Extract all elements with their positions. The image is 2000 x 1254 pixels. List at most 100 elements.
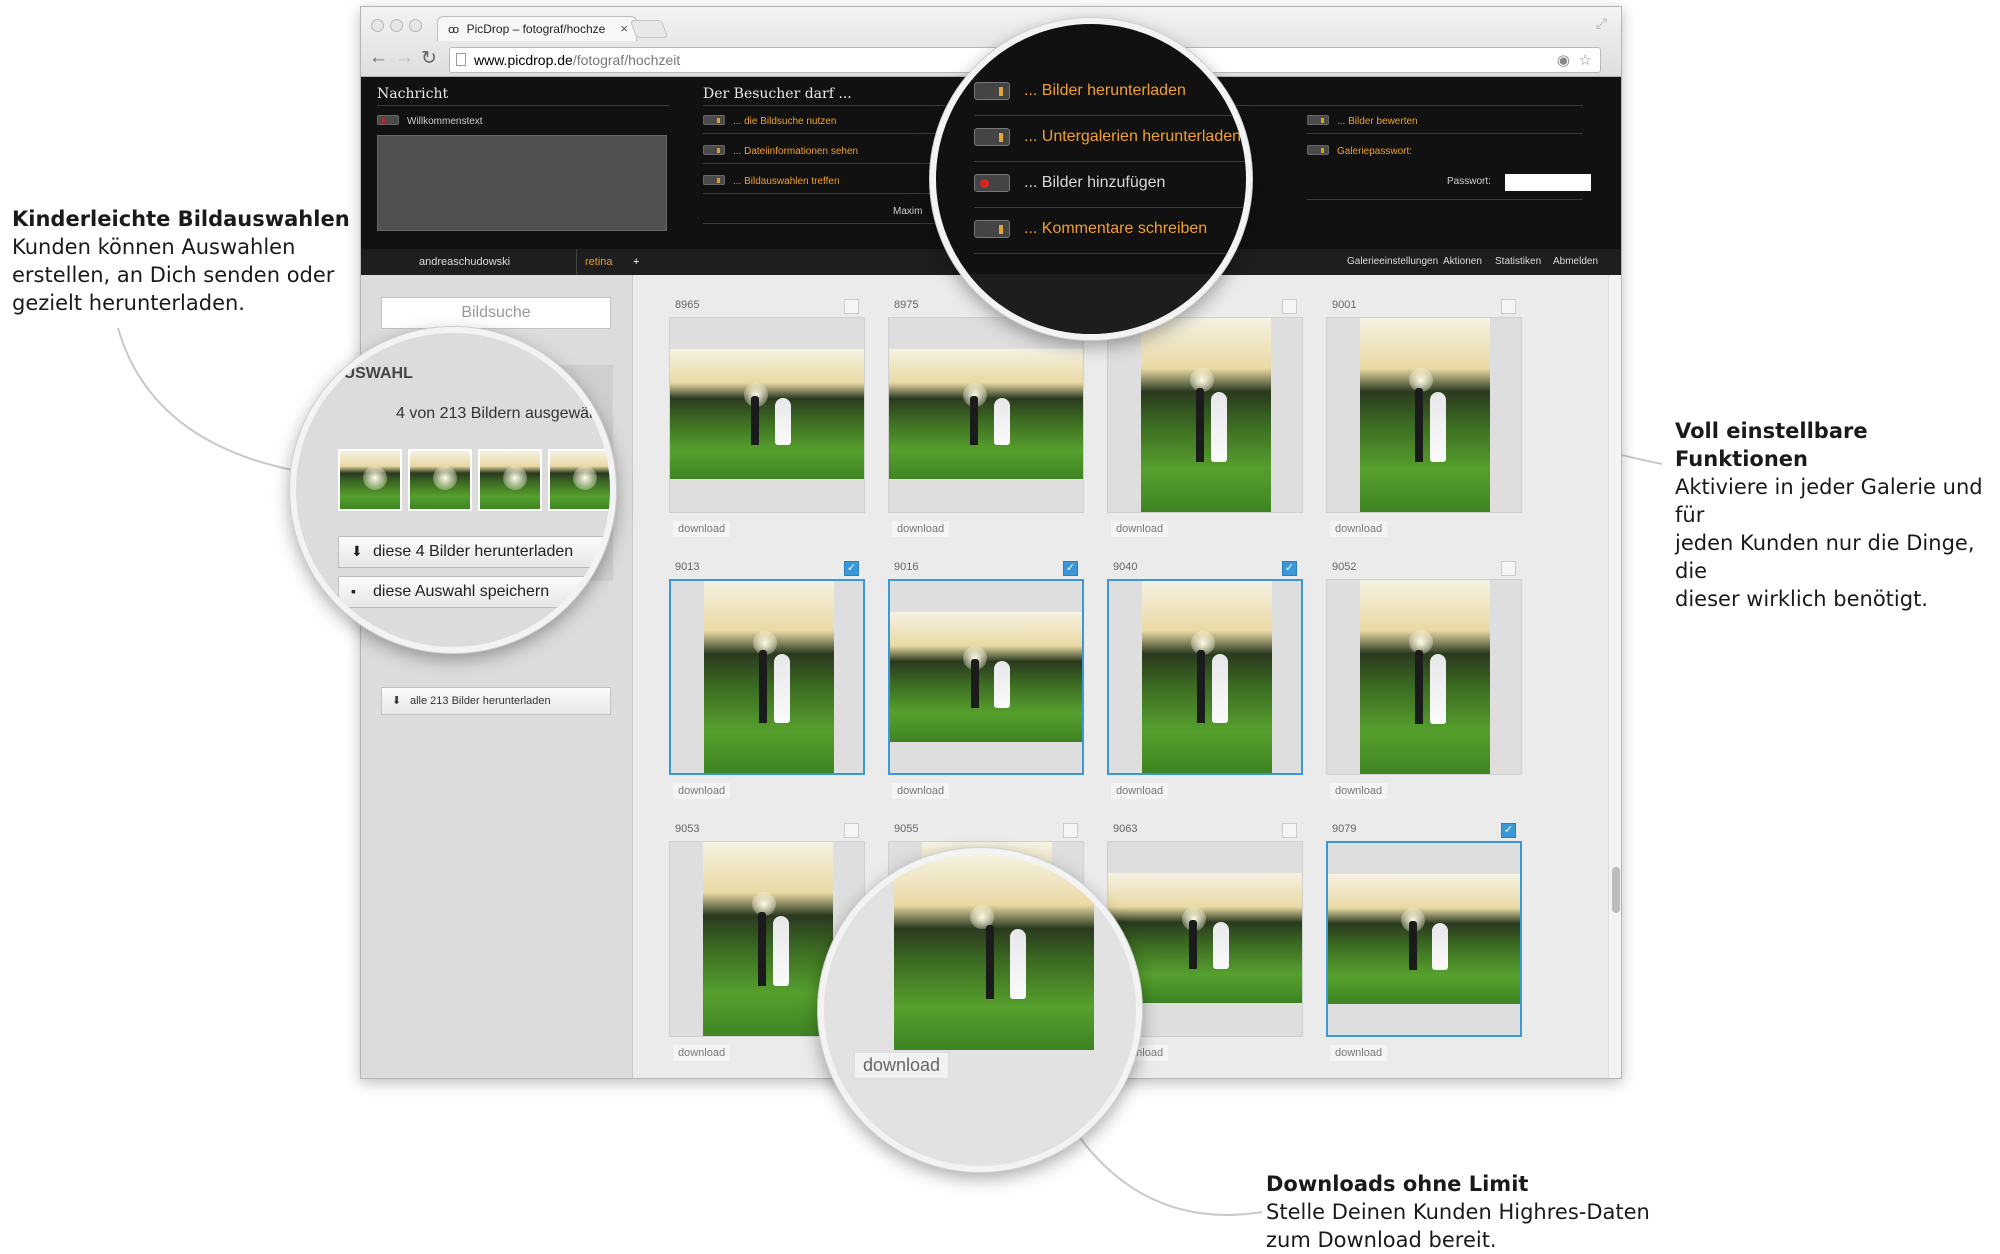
tab-title: PicDrop – fotograf/hochze — [466, 22, 606, 36]
divider — [703, 193, 943, 194]
download-link[interactable]: download — [673, 1045, 731, 1061]
download-selection-label: diese 4 Bilder herunterladen — [373, 543, 574, 560]
menu-logout[interactable]: Abmelden — [1553, 256, 1598, 267]
photo-card[interactable]: 8965 download — [669, 297, 865, 537]
download-link[interactable]: download — [1111, 521, 1169, 537]
photo-select-checkbox[interactable] — [1501, 561, 1516, 576]
annotation-line: erstellen, an Dich senden oder — [12, 263, 335, 287]
photo-select-checkbox[interactable]: ✓ — [844, 561, 859, 576]
photo-frame[interactable] — [1107, 317, 1303, 513]
toggle-rate-images[interactable] — [1307, 115, 1329, 125]
selection-thumbnail[interactable] — [408, 449, 472, 511]
close-tab-icon[interactable]: × — [620, 21, 628, 36]
download-link[interactable]: download — [892, 783, 950, 799]
password-input[interactable] — [1505, 174, 1591, 191]
window-minimize-button[interactable] — [390, 19, 403, 32]
bookmark-star-icon[interactable]: ☆ — [1579, 51, 1592, 69]
photo-card[interactable]: 9001 download — [1326, 297, 1522, 537]
photo-select-checkbox[interactable] — [1063, 823, 1078, 838]
photo-select-checkbox[interactable]: ✓ — [1063, 561, 1078, 576]
photo-select-checkbox[interactable]: ✓ — [1282, 561, 1297, 576]
toggle-download-subgalleries[interactable] — [974, 128, 1010, 146]
image-search-input[interactable]: Bildsuche — [381, 297, 611, 329]
page-icon — [456, 53, 466, 66]
photo-frame[interactable] — [1326, 579, 1522, 775]
photo-select-checkbox[interactable] — [1282, 823, 1297, 838]
window-close-button[interactable] — [371, 19, 384, 32]
photo-frame[interactable] — [1326, 317, 1522, 513]
menu-statistics[interactable]: Statistiken — [1495, 256, 1541, 267]
toggle-image-selection[interactable] — [703, 175, 725, 185]
download-link[interactable]: download — [1330, 783, 1388, 799]
photo-select-checkbox[interactable]: ✓ — [1501, 823, 1516, 838]
add-gallery-button[interactable]: + — [633, 256, 639, 268]
download-link[interactable]: download — [854, 1052, 950, 1079]
photo-frame[interactable] — [669, 579, 865, 775]
lens-footer — [936, 274, 1246, 334]
selection-thumbnail[interactable] — [548, 449, 610, 511]
annotation-heading: Voll einstellbare Funktionen — [1675, 419, 1868, 471]
groom-figure — [986, 924, 994, 1000]
gallery-tab-retina[interactable]: retina — [585, 256, 613, 268]
download-selection-button[interactable]: ⬇ diese 4 Bilder herunterladen — [338, 536, 604, 568]
photo-card[interactable]: 9079 ✓ download — [1326, 821, 1522, 1061]
welcome-text-toggle[interactable] — [377, 115, 399, 125]
url-host: www.picdrop.de — [474, 52, 573, 68]
scrollbar-thumb[interactable] — [1612, 867, 1620, 913]
download-link[interactable]: download — [1330, 1045, 1388, 1061]
photo-select-checkbox[interactable] — [844, 823, 859, 838]
photo-frame[interactable] — [888, 317, 1084, 513]
new-tab-button[interactable] — [629, 20, 669, 38]
browser-tab[interactable]: ꝏ PicDrop – fotograf/hochze × — [437, 16, 637, 41]
groom-figure — [1196, 650, 1205, 724]
download-icon: ⬇ — [351, 543, 363, 559]
toggle-gallery-password[interactable] — [1307, 145, 1329, 155]
photo-select-checkbox[interactable] — [1501, 299, 1516, 314]
toggle-download-images[interactable] — [974, 82, 1010, 100]
photo-frame[interactable] — [1326, 841, 1522, 1037]
selection-thumbnail[interactable] — [338, 449, 402, 511]
extension-icon[interactable]: ◉ — [1557, 51, 1570, 69]
photo-card[interactable]: 9040 ✓ download — [1107, 559, 1303, 799]
photo-number: 9001 — [1332, 299, 1357, 311]
menu-actions[interactable]: Aktionen — [1443, 256, 1482, 267]
toggle-write-comments[interactable] — [974, 220, 1010, 238]
menu-gallery-settings[interactable]: Galerieeinstellungen — [1347, 256, 1438, 267]
back-arrow-icon[interactable]: ← — [369, 47, 388, 69]
groom-figure — [1414, 387, 1423, 462]
download-link[interactable]: download — [1111, 783, 1169, 799]
magnifier-selection: AUSWAHL × 4 von 213 Bildern ausgewäh ⬇ d… — [290, 327, 616, 653]
photo-select-checkbox[interactable] — [1282, 299, 1297, 314]
annotation-heading: Kinderleichte Bildauswahlen — [12, 207, 350, 231]
download-all-button[interactable]: ⬇ alle 213 Bilder herunterladen — [381, 687, 611, 715]
scrollbar[interactable] — [1608, 275, 1621, 1078]
photo-select-checkbox[interactable] — [844, 299, 859, 314]
download-link[interactable]: download — [1330, 521, 1388, 537]
photo-number: 9013 — [675, 561, 700, 573]
photo-frame[interactable] — [888, 579, 1084, 775]
toggle-file-info[interactable] — [703, 145, 725, 155]
reload-icon[interactable]: ↻ — [421, 47, 437, 70]
toggle-image-search[interactable] — [703, 115, 725, 125]
toggle-add-images[interactable] — [974, 174, 1010, 192]
photo-card[interactable]: 9013 ✓ download — [669, 559, 865, 799]
forward-arrow-icon[interactable]: → — [395, 47, 414, 69]
download-link[interactable]: download — [673, 783, 731, 799]
welcome-message-textarea[interactable] — [377, 135, 667, 231]
download-link[interactable]: download — [892, 521, 950, 537]
fullscreen-icon[interactable]: ⤢ — [1596, 15, 1607, 32]
download-link[interactable]: download — [673, 521, 731, 537]
photo-card[interactable]: 9016 ✓ download — [888, 559, 1084, 799]
option-image-selection: ... Bildauswahlen treffen — [733, 176, 840, 187]
selection-thumbnail[interactable] — [478, 449, 542, 511]
username-link[interactable]: andreaschudowski — [419, 256, 510, 268]
photo-frame[interactable] — [669, 317, 865, 513]
close-icon[interactable]: × — [590, 367, 598, 383]
save-selection-button[interactable]: ▪ diese Auswahl speichern — [338, 576, 604, 608]
photo-frame[interactable] — [1107, 579, 1303, 775]
photo-card[interactable]: 9052 download — [1326, 559, 1522, 799]
window-zoom-button[interactable] — [409, 19, 422, 32]
annotation-line: jeden Kunden nur die Dinge, die — [1675, 531, 1975, 583]
function-label: ... Untergalerien herunterladen — [1024, 128, 1242, 145]
divider — [703, 133, 943, 134]
